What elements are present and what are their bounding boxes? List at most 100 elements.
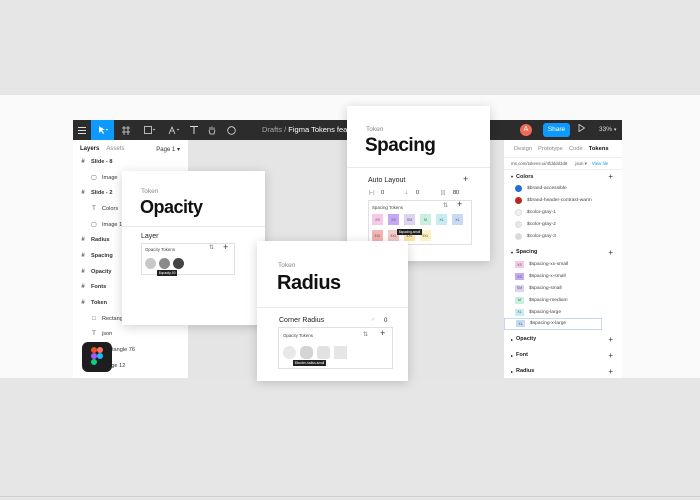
token-url[interactable]: ms.com/tokens-ui/4fdddd3d8 — [511, 161, 567, 166]
move-tool-icon[interactable] — [91, 120, 114, 140]
divider — [257, 307, 408, 308]
add-icon[interactable]: + — [463, 174, 468, 184]
add-spacing-icon[interactable]: + — [608, 248, 613, 257]
opacity-swatch[interactable] — [159, 258, 170, 269]
item-spacing-value[interactable]: 80 — [453, 190, 459, 196]
frame-icon: # — [81, 237, 85, 244]
spacing-token-row[interactable]: XS $spacing-x-small — [504, 271, 622, 283]
corner-radius-icon: ◜ — [372, 318, 375, 324]
layer-row[interactable]: ▣Group 12 — [73, 374, 188, 378]
radius-tokens-box: Opacity Tokens ⇅ + $border-radius-small — [278, 327, 393, 369]
file-name[interactable]: Figma Tokens fea — [288, 125, 347, 134]
spacing-token-row[interactable]: SM $spacing-small — [504, 283, 622, 295]
spacing-section-header[interactable]: ▾ Spacing + — [504, 246, 622, 259]
frame-icon: # — [81, 190, 85, 197]
add-icon[interactable]: + — [457, 199, 462, 209]
corner-radius-value[interactable]: 0 — [384, 318, 387, 324]
tab-tokens[interactable]: Tokens — [589, 146, 609, 152]
spacing-swatch[interactable]: XS — [388, 214, 399, 225]
card-title: Radius — [277, 272, 341, 294]
colors-section-header[interactable]: ▾ Colors + — [504, 170, 622, 183]
breadcrumb[interactable]: Drafts / Figma Tokens fea — [262, 120, 347, 140]
tokens-panel: Design Prototype Code Tokens ms.com/toke… — [503, 140, 622, 378]
hand-tool-icon[interactable] — [204, 120, 220, 140]
layer-label: json — [102, 331, 113, 338]
padding-horizontal-value[interactable]: 0 — [381, 190, 384, 196]
avatar[interactable]: A — [520, 124, 532, 136]
opacity-swatch[interactable] — [145, 258, 156, 269]
share-button[interactable]: Share — [543, 123, 570, 137]
zoom-level[interactable]: 33% ▾ — [599, 120, 616, 140]
color-token-row[interactable]: $color-gray-2 — [504, 218, 622, 230]
spacing-token-row[interactable]: XL $spacing-x-large — [504, 317, 602, 330]
breadcrumb-parent[interactable]: Drafts — [262, 125, 282, 134]
add-color-icon[interactable]: + — [608, 172, 613, 181]
menu-icon[interactable] — [73, 120, 91, 140]
font-section-header[interactable]: ▸ Font + — [504, 349, 622, 362]
layer-label: Opacity — [91, 268, 112, 275]
opacity-section-header[interactable]: ▸ Opacity + — [504, 333, 622, 346]
tab-code[interactable]: Code — [569, 146, 583, 152]
sort-icon[interactable]: ⇅ — [363, 331, 368, 338]
spacing-badge: SM — [515, 284, 524, 292]
radius-swatch[interactable] — [300, 346, 313, 359]
spacing-swatch[interactable]: 2XL — [372, 230, 383, 241]
spacing-horizontal-icon: |⌐| — [369, 190, 375, 196]
sort-icon[interactable]: ⇅ — [443, 202, 448, 209]
pen-tool-icon[interactable] — [163, 120, 185, 140]
add-radius-icon[interactable]: + — [608, 367, 613, 376]
spacing-swatch[interactable]: SM — [404, 214, 415, 225]
radius-swatch[interactable] — [317, 346, 330, 359]
layer-label: Image — [102, 174, 118, 181]
shape-tool-icon[interactable] — [139, 120, 161, 140]
tab-assets[interactable]: Assets — [106, 146, 124, 152]
color-swatch — [515, 220, 522, 228]
page-selector[interactable]: Page 1 ▾ — [156, 146, 180, 153]
spacing-token-row[interactable]: M $spacing-medium — [504, 294, 622, 306]
color-token-row[interactable]: $color-gray-1 — [504, 207, 622, 219]
comment-tool-icon[interactable] — [223, 120, 239, 140]
card-kicker: Token — [278, 262, 296, 269]
rectangle-icon: □ — [92, 315, 96, 322]
spacing-badge: M — [515, 296, 524, 304]
color-token-list: $brand-accessible $brand-header-contrast-… — [504, 183, 622, 242]
spacing-swatch[interactable]: XS — [372, 214, 383, 225]
properties-tabs: Design Prototype Code Tokens — [504, 140, 622, 157]
play-icon[interactable] — [578, 120, 586, 140]
tab-layers[interactable]: Layers — [80, 146, 99, 152]
color-token-row[interactable]: $color-gray-3 — [504, 230, 622, 242]
token-name: $spacing-xx-small — [529, 262, 569, 268]
token-name: $spacing-x-small — [529, 274, 566, 280]
tab-design[interactable]: Design — [514, 146, 532, 152]
spacing-swatch[interactable]: XL — [436, 214, 447, 225]
add-font-icon[interactable]: + — [608, 351, 613, 360]
radius-swatch[interactable] — [334, 346, 347, 359]
token-name: $color-gray-2 — [527, 221, 556, 227]
format-select[interactable]: json ▾ — [575, 161, 587, 167]
color-token-row[interactable]: $brand-header-contrast-warm — [504, 195, 622, 207]
frame-tool-icon[interactable] — [116, 120, 138, 140]
token-name: $spacing-medium — [529, 297, 568, 303]
padding-vertical-value[interactable]: 0 — [416, 190, 419, 196]
sort-icon[interactable]: ⇅ — [209, 244, 214, 251]
tab-prototype[interactable]: Prototype — [538, 146, 563, 152]
spacing-swatch[interactable]: XL — [452, 214, 463, 225]
spacing-token-row[interactable]: XS $spacing-xx-small — [504, 259, 622, 271]
text-tool-icon[interactable] — [186, 120, 202, 140]
radius-swatch[interactable] — [283, 346, 296, 359]
color-token-row[interactable]: $brand-accessible — [504, 183, 622, 195]
radius-section-header[interactable]: ▸ Radius + — [504, 365, 622, 378]
spacing-swatch[interactable]: M — [420, 214, 431, 225]
add-opacity-icon[interactable]: + — [608, 335, 613, 344]
divider — [0, 496, 700, 497]
text-icon: T — [92, 205, 96, 212]
layer-row[interactable]: # Slide - 8 — [73, 154, 188, 170]
add-icon[interactable]: + — [380, 328, 385, 338]
add-icon[interactable]: + — [223, 242, 228, 252]
token-name: $spacing-x-large — [530, 321, 567, 327]
spacing-token-row[interactable]: XL $spacing-large — [504, 306, 622, 318]
view-file-link[interactable]: View file — [592, 161, 608, 166]
layer-row[interactable]: Tjson — [73, 327, 188, 343]
opacity-swatch[interactable] — [173, 258, 184, 269]
layer-label: Image 1 — [102, 221, 123, 228]
